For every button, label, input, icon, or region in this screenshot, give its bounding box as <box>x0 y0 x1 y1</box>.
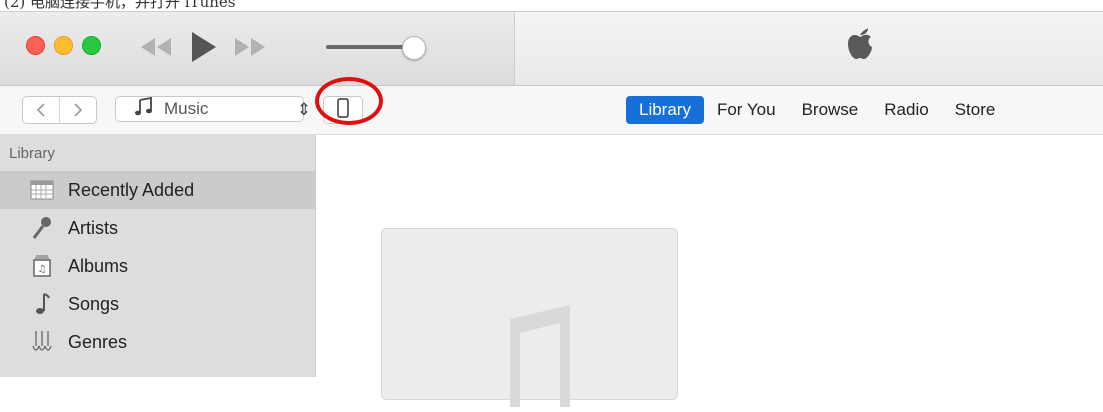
music-note-icon <box>500 297 580 412</box>
sidebar-item-songs[interactable]: Songs <box>0 285 315 323</box>
sidebar-item-label: Songs <box>68 293 120 314</box>
next-icon[interactable] <box>232 36 268 58</box>
sidebar-heading: Library <box>9 145 55 162</box>
chevron-right-icon[interactable] <box>59 97 96 123</box>
instruction-caption: (2) 电脑连接手机，并打开 iTunes <box>4 0 236 11</box>
chevron-left-icon[interactable] <box>23 97 59 123</box>
svg-text:♫: ♫ <box>38 264 47 275</box>
window-controls <box>26 36 101 55</box>
tab-store[interactable]: Store <box>942 96 1009 124</box>
status-display <box>514 12 1103 85</box>
itunes-window: Music ⇕ Library For You Browse Radio Sto… <box>0 11 1103 407</box>
sidebar-item-recently-added[interactable]: Recently Added <box>0 171 315 209</box>
sidebar-item-genres[interactable]: Genres <box>0 323 315 361</box>
tab-for-you[interactable]: For You <box>704 96 789 124</box>
close-window-button[interactable] <box>26 36 45 55</box>
microphone-icon <box>30 216 54 240</box>
sidebar: Library Recently Added Artists ♫ Albums <box>0 135 316 377</box>
sidebar-item-artists[interactable]: Artists <box>0 209 315 247</box>
tab-library[interactable]: Library <box>626 96 704 124</box>
media-kind-selector[interactable]: Music ⇕ <box>115 96 311 122</box>
minimize-window-button[interactable] <box>54 36 73 55</box>
sidebar-item-label: Recently Added <box>68 179 195 200</box>
sidebar-item-albums[interactable]: ♫ Albums <box>0 247 315 285</box>
guitars-icon <box>30 330 54 354</box>
highlight-circle <box>315 77 383 125</box>
history-buttons <box>22 96 97 124</box>
sidebar-item-label: Artists <box>68 217 119 238</box>
album-artwork-placeholder[interactable] <box>381 228 678 407</box>
previous-icon[interactable] <box>138 36 174 58</box>
play-icon[interactable] <box>188 30 218 64</box>
sidebar-item-label: Albums <box>68 255 129 276</box>
media-kind-label: Music <box>164 99 209 118</box>
sidebar-item-label: Genres <box>68 331 128 352</box>
zoom-window-button[interactable] <box>82 36 101 55</box>
playback-controls <box>138 30 268 64</box>
navigation-bar: Music ⇕ Library For You Browse Radio Sto… <box>0 86 1103 135</box>
tab-bar: Library For You Browse Radio Store <box>626 96 1008 124</box>
volume-slider-thumb[interactable] <box>402 36 426 60</box>
calendar-grid-icon <box>30 178 54 202</box>
music-note-icon <box>30 292 54 316</box>
music-note-icon <box>134 96 154 122</box>
tab-radio[interactable]: Radio <box>871 96 941 124</box>
chevron-up-down-icon: ⇕ <box>296 100 311 119</box>
sidebar-list: Recently Added Artists ♫ Albums Songs Ge… <box>0 171 315 361</box>
title-bar <box>0 12 1103 86</box>
tab-browse[interactable]: Browse <box>789 96 872 124</box>
apple-logo-icon <box>845 25 875 66</box>
album-icon: ♫ <box>30 254 54 278</box>
